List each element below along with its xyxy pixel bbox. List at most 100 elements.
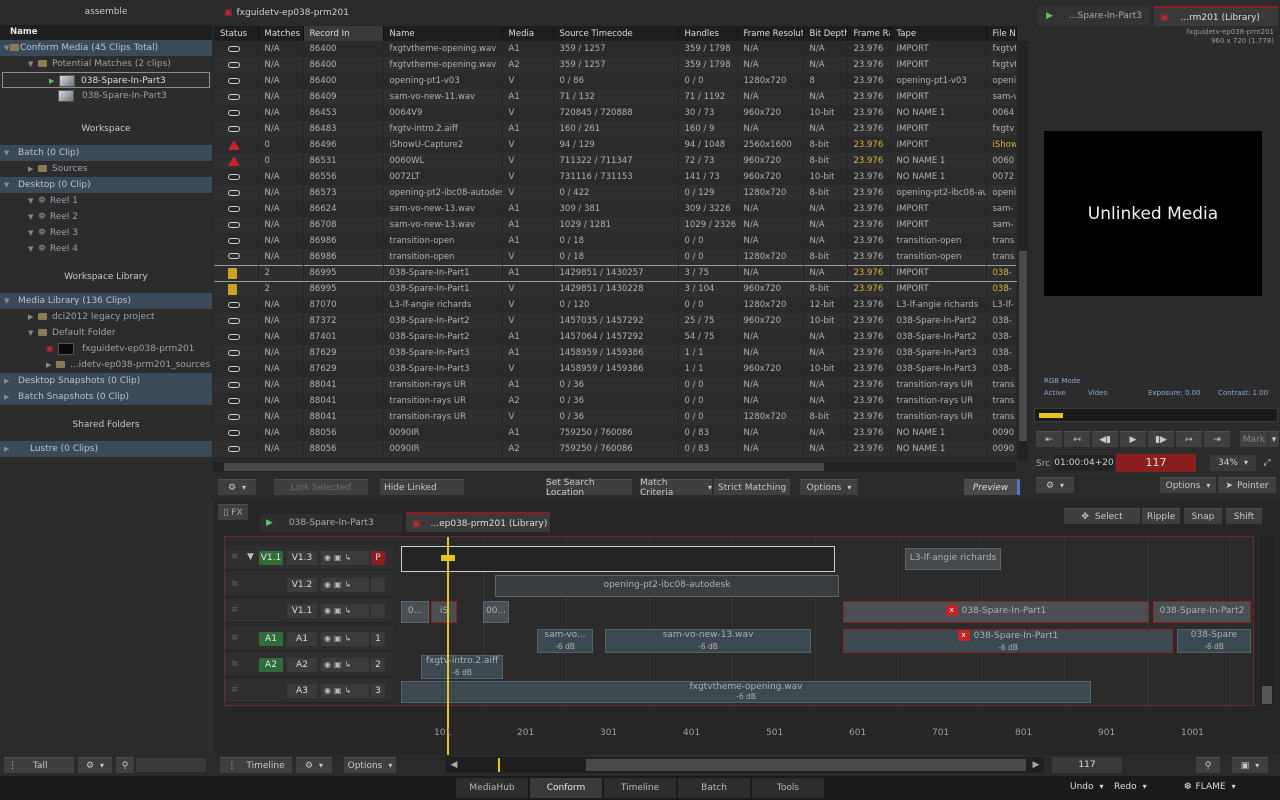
library-search-button[interactable]: ⚲	[116, 757, 134, 773]
clip-spare-part2-video[interactable]: 038-Spare-In-Part2	[1153, 601, 1251, 623]
track-toggle-icons[interactable]: ◉▣↳	[321, 632, 369, 646]
tall-view-button[interactable]: ⋮ Tall	[4, 757, 74, 773]
tree-reel-3[interactable]: ▼ ❁ Reel 3	[0, 225, 212, 241]
tree-default-folder[interactable]: ▼ Default Folder	[0, 325, 212, 341]
fx-button[interactable]: ▯ FX	[218, 504, 248, 520]
table-row[interactable]: N/A 86483 fxgtv-intro.2.aiff A1 160 / 261 160…	[214, 121, 1017, 137]
tab-batch[interactable]: Batch	[678, 778, 750, 798]
table-vertical-scrollbar[interactable]	[1018, 41, 1028, 461]
table-row[interactable]: N/A 86708 sam-vo-new-13.wav A1 1029 / 1281 10…	[214, 217, 1017, 233]
clip-fxgtv-intro[interactable]: fxgtv-intro.2.aiff -6 dB	[421, 655, 503, 679]
track-header[interactable]: ≡ V1.2 ◉▣↳	[225, 573, 393, 597]
clip-sam-vo[interactable]: sam-vo... -6 dB	[537, 629, 593, 653]
clip-l3-angie-richards[interactable]: L3-lf-angie richards	[905, 548, 1001, 570]
table-row[interactable]: N/A 88056 0090IR A1 759250 / 760086 0 / 83 N/A…	[214, 425, 1017, 441]
clip-sam-vo-new-13[interactable]: sam-vo-new-13.wav -6 dB	[605, 629, 811, 653]
table-row[interactable]: N/A 88056 0090IR A2 759250 / 760086 0 / 83 N/A…	[214, 441, 1017, 457]
table-row[interactable]: N/A 86409 sam-vo-new-11.wav A1 71 / 132 71 / …	[214, 89, 1017, 105]
track-toggle-icons[interactable]: ◉▣↳	[321, 551, 369, 565]
tree-lustre[interactable]: ▶ Lustre (0 Clips)	[0, 441, 212, 457]
table-row[interactable]: N/A 87629 038-Spare-In-Part3 V 1458959 / 145…	[214, 361, 1017, 377]
track-patch-label[interactable]: 2	[371, 658, 385, 672]
pointer-tool-button[interactable]: ➤ Pointer	[1218, 477, 1276, 493]
tree-reel-4[interactable]: ▼ ❁ Reel 4	[0, 241, 212, 257]
clip-opening-pt2[interactable]: opening-pt2-ibc08-autodesk	[495, 575, 839, 597]
track-header[interactable]: ≡ V1.1 ◉▣↳	[225, 599, 393, 623]
table-row[interactable]: N/A 86400 fxgtvtheme-opening.wav A2 359 / 12…	[214, 57, 1017, 73]
table-row[interactable]: N/A 86400 fxgtvtheme-opening.wav A1 359 / 12…	[214, 41, 1017, 57]
track-toggle-icons[interactable]: ◉▣↳	[321, 604, 369, 618]
timeline-settings-button[interactable]: ⚙	[1036, 477, 1074, 493]
tree-desktop-snapshots[interactable]: ▶ Desktop Snapshots (0 Clip)	[0, 373, 212, 389]
column-header[interactable]: Status	[214, 26, 259, 41]
track-name[interactable]: V1.3	[287, 551, 317, 565]
frame-counter[interactable]: 117	[1116, 454, 1196, 472]
clip-is[interactable]: iS	[431, 601, 457, 623]
track-patch-label[interactable]: 1	[371, 632, 385, 646]
tree-reel-1[interactable]: ▼ ❁ Reel 1	[0, 193, 212, 209]
settings-button[interactable]: ⚙	[218, 479, 256, 495]
track-toggle-icons[interactable]: ◉▣↳	[321, 658, 369, 672]
timeline-options-dropdown[interactable]: Options	[1160, 477, 1216, 493]
source-track-patch[interactable]: A2	[259, 658, 283, 672]
redo-button[interactable]: Redo	[1114, 782, 1147, 792]
footer-options-dropdown[interactable]: Options	[344, 757, 396, 773]
column-header[interactable]: Handles	[678, 26, 738, 41]
table-row[interactable]: N/A 87372 038-Spare-In-Part2 V 1457035 / 145…	[214, 313, 1017, 329]
strict-matching-button[interactable]: Strict Matching	[714, 479, 790, 495]
source-timecode[interactable]: 01:00:04+20	[1054, 455, 1114, 471]
browser-options-dropdown[interactable]: Options	[800, 479, 858, 495]
source-track-patch[interactable]: V1.1	[259, 551, 283, 565]
timeline-zoom-search-button[interactable]: ⚲	[1196, 757, 1220, 773]
track-header[interactable]: ≡ ▼ V1.1 V1.3 ◉▣↳ P	[225, 546, 393, 570]
track-header[interactable]: ≡ A2 A2 ◉▣↳ 2	[225, 653, 393, 677]
hide-linked-button[interactable]: Hide Linked	[380, 479, 464, 495]
tab-timeline[interactable]: Timeline	[604, 778, 676, 798]
viewer-tab-library[interactable]: ▣ ...rm201 (Library)	[1154, 6, 1278, 26]
column-header[interactable]: Tape	[890, 26, 987, 41]
table-row[interactable]: N/A 87070 L3-lf-angie richards V 0 / 120 0 / …	[214, 297, 1017, 313]
prev-frame-icon[interactable]: ↤	[1064, 431, 1090, 447]
library-settings-button[interactable]: ⚙	[78, 757, 112, 773]
goto-start-icon[interactable]: ⇤	[1036, 431, 1062, 447]
timeline-view-button[interactable]: ⋮ Timeline	[220, 757, 292, 773]
play-reverse-icon[interactable]: ◀▮	[1092, 431, 1118, 447]
tree-clip-spare-part3[interactable]: ▶ 038-Spare-In-Part3	[2, 72, 210, 88]
track-name[interactable]: V1.1	[287, 604, 317, 618]
track-patch-label[interactable]	[371, 578, 385, 592]
table-row[interactable]: N/A 88041 transition-rays UR A1 0 / 36 0 / 0N…	[214, 377, 1017, 393]
footer-settings-button[interactable]: ⚙	[296, 757, 332, 773]
snap-button[interactable]: Snap	[1184, 508, 1222, 524]
track-patch-label[interactable]: P	[371, 551, 385, 565]
column-header[interactable]: Frame Resolutio	[737, 26, 804, 41]
mark-dropdown-icon[interactable]: ▾	[1269, 431, 1279, 447]
track-name[interactable]: V1.2	[287, 578, 317, 592]
track-name[interactable]: A1	[287, 632, 317, 646]
clip-0-short[interactable]: 0...	[401, 601, 429, 623]
track-header[interactable]: ≡ A3 ◉▣↳ 3	[225, 679, 393, 703]
table-row[interactable]: N/A 86573 opening-pt2-ibc08-autodes V 0 / 42…	[214, 185, 1017, 201]
tree-batch-snapshots[interactable]: ▶ Batch Snapshots (0 Clip)	[0, 389, 212, 405]
source-track-patch[interactable]: A1	[259, 632, 283, 646]
clip-main-sequence[interactable]	[401, 546, 835, 572]
name-column-header[interactable]: Name	[0, 25, 212, 40]
select-tool-button[interactable]: ✥ Select	[1064, 508, 1140, 524]
viewer-zoom-dropdown[interactable]: 34%	[1210, 455, 1256, 471]
clip-spare-part1-audio[interactable]: x 038-Spare-In-Part1 -6 dB	[843, 629, 1173, 653]
ripple-button[interactable]: Ripple	[1142, 508, 1180, 524]
column-header[interactable]: Name	[383, 26, 503, 41]
track-toggle-icons[interactable]: ◉▣↳	[321, 684, 369, 698]
preview-toggle[interactable]: Preview	[964, 479, 1020, 495]
collapse-arrow-icon[interactable]: ▼	[247, 552, 254, 562]
viewer-tab-source[interactable]: ▶ ...Spare-In-Part3	[1038, 6, 1150, 26]
track-patch-label[interactable]: 3	[371, 684, 385, 698]
table-row[interactable]: N/A 86624 sam-vo-new-13.wav A1 309 / 381 309 …	[214, 201, 1017, 217]
playhead-handle[interactable]	[441, 555, 455, 561]
table-row[interactable]: N/A 88041 transition-rays UR A2 0 / 36 0 / 0N…	[214, 393, 1017, 409]
table-row[interactable]: 2 86995 038-Spare-In-Part1 V 1429851 / 14302…	[214, 281, 1017, 297]
table-row[interactable]: N/A 86453 0064V9 V 720845 / 720888 30 / 73 960…	[214, 105, 1017, 121]
table-row[interactable]: 2 86995 038-Spare-In-Part1 A1 1429851 / 1430…	[214, 264, 1017, 282]
table-row[interactable]: 0 86531 0060WL V 711322 / 711347 72 / 73 960x7…	[214, 153, 1017, 169]
timeline-horizontal-scrollbar[interactable]: ◀ ▶	[446, 757, 1044, 773]
timeline-ruler[interactable]: 101 201 301 401 501 601 701 801 901 1001	[400, 722, 1250, 742]
